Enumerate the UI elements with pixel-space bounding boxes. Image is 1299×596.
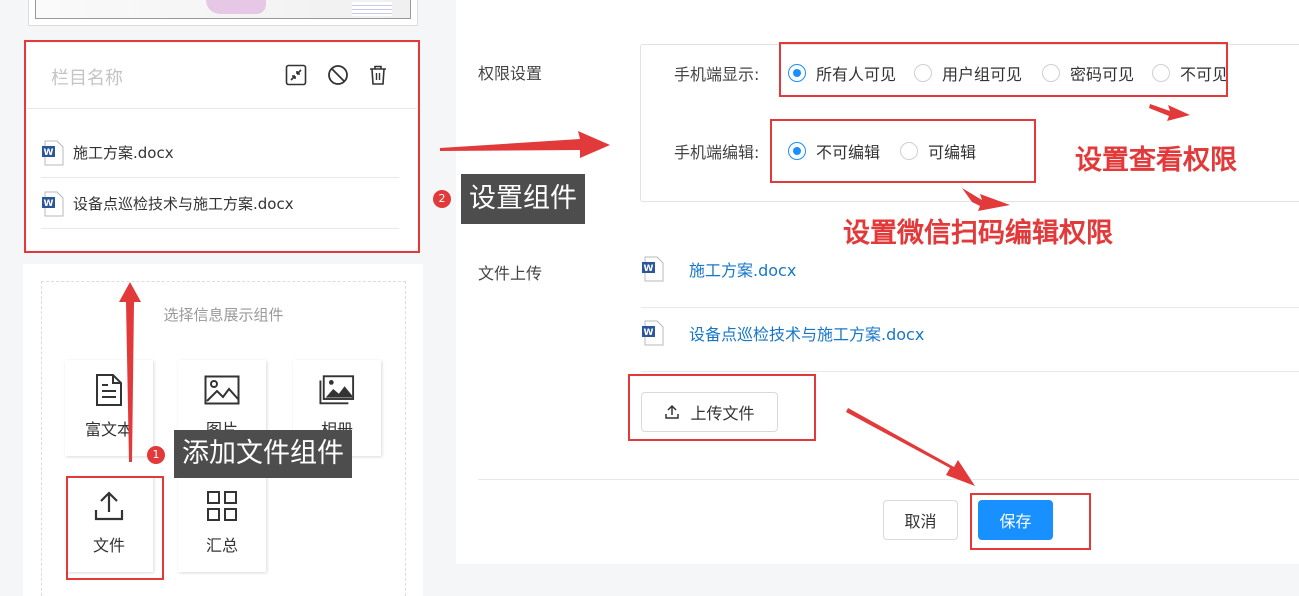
arrow-card-to-settings [440,131,610,158]
arrow-to-view-options [1149,104,1190,121]
arrow-file-to-card [119,282,141,462]
arrow-upload-to-save [846,408,975,486]
arrow-to-edit-options [962,188,1010,211]
annotation-arrows [119,104,1190,486]
